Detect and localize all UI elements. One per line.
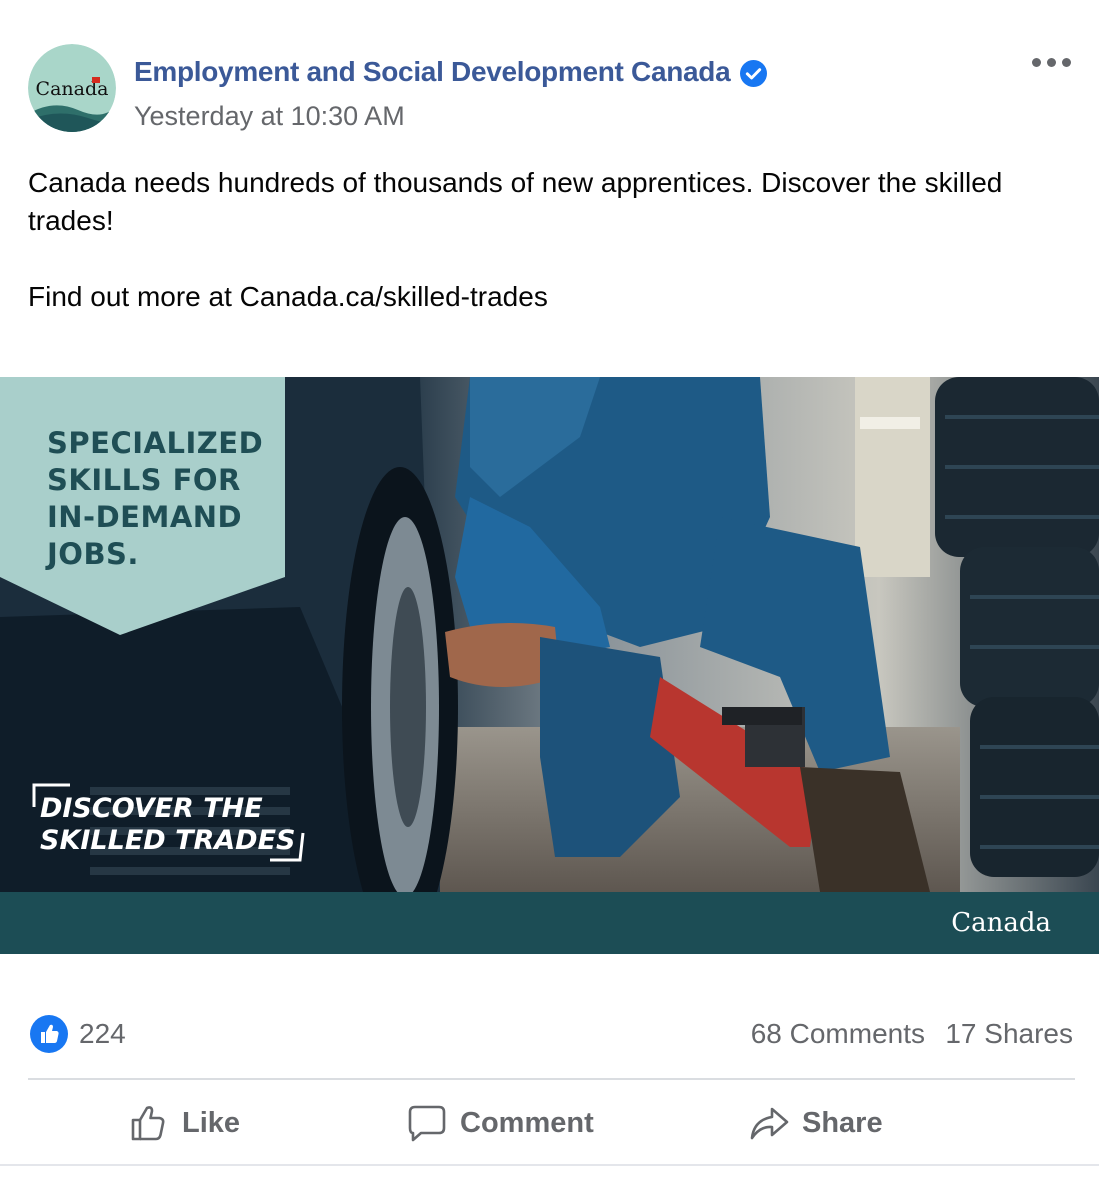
headline-line: SPECIALIZED (47, 426, 264, 460)
tagline-line: DISCOVER THE (40, 793, 263, 824)
like-button[interactable]: Like (128, 1098, 240, 1148)
verified-check-icon (740, 60, 767, 87)
share-arrow-icon (750, 1107, 789, 1140)
divider (0, 1164, 1099, 1166)
post-image[interactable]: SPECIALIZED SKILLS FOR IN-DEMAND JOBS. D… (0, 377, 1099, 954)
divider (28, 1078, 1075, 1080)
more-horizontal-icon (1032, 58, 1041, 67)
shares-count[interactable]: 17 Shares (945, 1018, 1073, 1050)
image-headline: SPECIALIZED SKILLS FOR IN-DEMAND JOBS. (47, 425, 263, 573)
post-card: Canada Employment and Social Development… (0, 0, 1099, 1179)
like-reaction-icon[interactable] (30, 1015, 68, 1053)
comments-count[interactable]: 68 Comments (751, 1018, 925, 1050)
comment-label: Comment (460, 1106, 594, 1139)
page-name-link[interactable]: Employment and Social Development Canada (134, 56, 731, 88)
image-tagline: DISCOVER THE SKILLED TRADES (40, 793, 296, 857)
more-dot (1062, 58, 1071, 67)
like-label: Like (182, 1106, 241, 1139)
image-footer-band (0, 892, 1099, 954)
post-message: Canada needs hundreds of thousands of ne… (28, 164, 1028, 316)
more-dot (1047, 58, 1056, 67)
headline-line: SKILLS FOR (47, 463, 241, 497)
share-button[interactable]: Share (748, 1098, 883, 1148)
headline-line: JOBS. (47, 537, 139, 571)
page-avatar[interactable]: Canada (28, 44, 116, 132)
post-link-line[interactable]: Find out more at Canada.ca/skilled-trade… (28, 278, 1028, 316)
comment-bubble-icon (408, 1105, 446, 1142)
canada-logo-avatar: Canada (28, 44, 116, 132)
tagline-line: SKILLED TRADES (40, 825, 296, 856)
canada-wordmark-footer: Canada (951, 908, 1051, 938)
more-options-button[interactable] (1030, 52, 1074, 72)
thumbs-up-icon (131, 1106, 165, 1141)
headline-line: IN-DEMAND (47, 500, 243, 534)
share-label: Share (802, 1106, 883, 1139)
comment-button[interactable]: Comment (406, 1098, 594, 1148)
post-text-line: Canada needs hundreds of thousands of ne… (28, 167, 1003, 236)
post-timestamp[interactable]: Yesterday at 10:30 AM (134, 101, 405, 132)
like-count[interactable]: 224 (79, 1018, 126, 1050)
